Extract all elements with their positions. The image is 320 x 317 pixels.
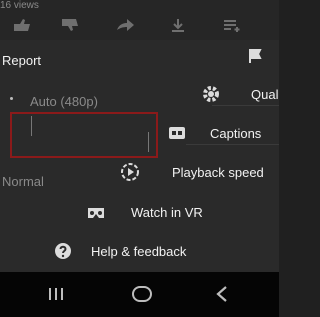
save-icon[interactable] (222, 18, 242, 32)
quality-label: Qual (251, 87, 279, 102)
watch-vr-label: Watch in VR (131, 205, 203, 220)
menu-item-captions[interactable]: Captions (0, 112, 279, 158)
system-navigation-bar (0, 272, 279, 317)
vr-headset-icon (88, 208, 104, 218)
speed-value: Normal (2, 174, 44, 189)
gear-icon (203, 86, 219, 102)
menu-item-report[interactable]: Report (0, 42, 279, 78)
captions-underline (186, 144, 279, 145)
focus-highlight-box (10, 112, 158, 158)
options-menu: Report Auto (480p) Qual Captions Normal (0, 40, 279, 272)
speed-label: Playback speed (172, 165, 264, 180)
quality-value: Auto (480p) (30, 94, 98, 109)
home-icon[interactable] (130, 284, 154, 304)
menu-item-quality[interactable]: Auto (480p) Qual (0, 78, 279, 114)
menu-item-watch-vr[interactable]: Watch in VR (0, 200, 279, 236)
download-icon[interactable] (168, 18, 188, 32)
report-label: Report (2, 53, 42, 68)
quality-underline (212, 105, 279, 106)
menu-item-help[interactable]: Help & feedback (0, 236, 279, 272)
flag-icon (249, 49, 262, 63)
highlight-marker (31, 116, 32, 136)
recents-icon[interactable] (46, 286, 66, 302)
view-count: 16 views (0, 0, 39, 11)
share-icon[interactable] (115, 18, 135, 32)
captions-label: Captions (210, 126, 262, 141)
back-icon[interactable] (212, 284, 232, 304)
highlight-marker (148, 132, 149, 152)
cc-icon (169, 127, 185, 139)
bullet-dot (10, 97, 13, 100)
menu-item-playback-speed[interactable]: Normal Playback speed (0, 158, 279, 194)
dislike-icon[interactable] (60, 18, 80, 32)
help-label: Help & feedback (91, 244, 187, 259)
video-action-bar: 16 views (0, 0, 279, 40)
speed-icon (121, 163, 139, 181)
help-icon (55, 243, 71, 259)
like-icon[interactable] (12, 18, 32, 32)
